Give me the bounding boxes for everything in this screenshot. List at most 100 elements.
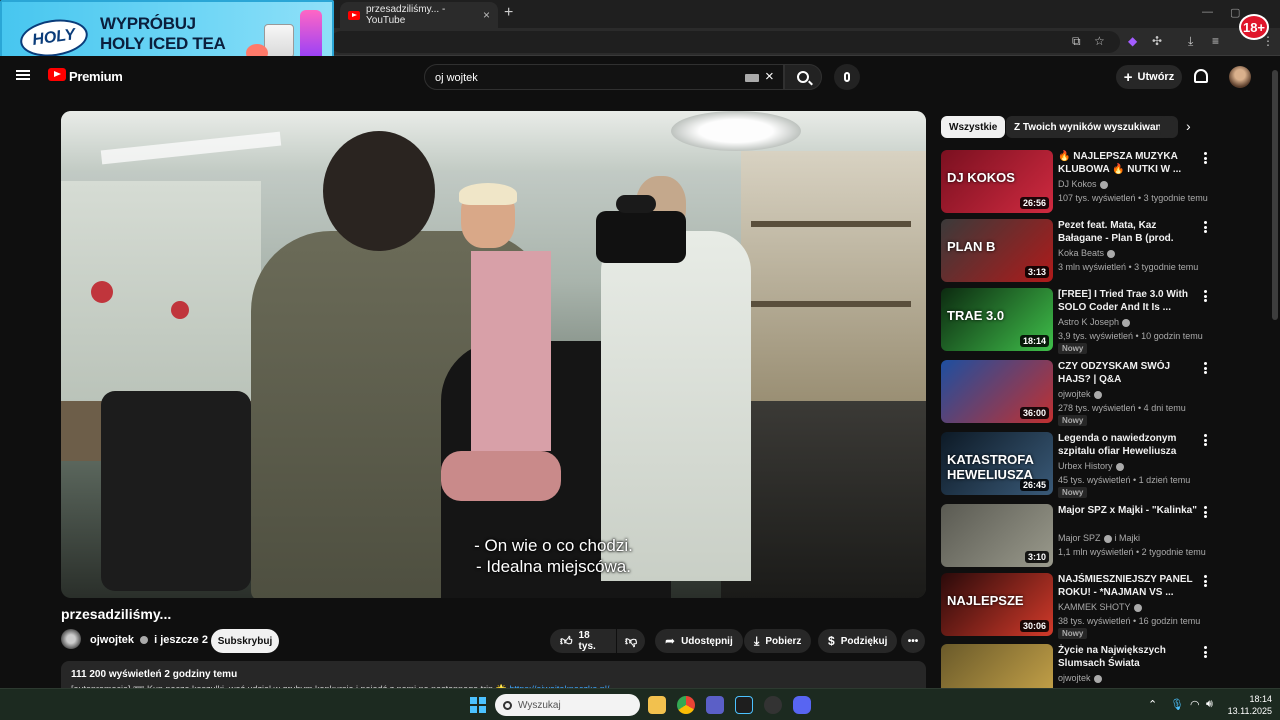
subscribe-button[interactable]: Subskrybuj [211,629,279,653]
recommendation-thumbnail[interactable]: 3:10 [941,504,1053,567]
thanks-button[interactable]: $ Podziękuj [818,629,898,653]
teams-icon[interactable] [706,696,724,714]
clear-search-icon[interactable]: × [765,68,774,85]
more-vertical-icon[interactable] [1199,646,1211,658]
recommendation-channel[interactable]: Astro K Joseph [1058,317,1133,327]
extension-icon[interactable]: ◆ [1128,34,1137,48]
reading-list-icon[interactable]: ≡ [1212,34,1219,48]
premium-label[interactable]: Premium [69,69,123,84]
channel-name[interactable]: ojwojtek [90,634,134,646]
chrome-icon[interactable] [677,696,695,714]
thumbs-up-icon: 👍︎ [560,633,573,648]
like-button[interactable]: 👍︎ 18 tys. [550,629,616,653]
recommendation-channel[interactable]: Urbex History [1058,461,1127,471]
app-icon[interactable] [764,696,782,714]
system-clock[interactable]: 18:14 13.11.2025 [1222,693,1272,717]
download-button[interactable]: ⤓ Pobierz [744,629,812,653]
recommendation-channel[interactable]: Koka Beats [1058,248,1118,258]
puzzle-extensions-icon[interactable]: ✣ [1152,34,1162,48]
notifications-bell-icon[interactable] [1194,69,1208,83]
more-vertical-icon[interactable] [1199,221,1211,233]
recommendation-title[interactable]: 🔥 NAJLEPSZA MUZYKA KLUBOWA 🔥 NUTKI W ... [1058,150,1198,176]
hamburger-menu-icon[interactable] [16,70,30,80]
recommendation-channel[interactable]: Major SPZ i Majki [1058,533,1140,543]
tab-close-icon[interactable]: × [483,8,490,22]
more-vertical-icon[interactable] [1199,434,1211,446]
share-button[interactable]: ➦ Udostępnij [655,629,743,653]
keyboard-icon[interactable] [745,74,759,82]
download-icon[interactable]: ⤓ [1188,34,1193,49]
youtube-logo-icon[interactable] [48,68,66,81]
create-button[interactable]: + Utwórz [1116,65,1182,89]
video-player[interactable]: - On wie o co chodzi. - Idealna miejsców… [61,111,926,598]
recommendation-channel[interactable]: ojwojtek [1058,673,1105,683]
more-vertical-icon[interactable] [1199,575,1211,587]
browser-tab-youtube[interactable]: przesadziliśmy... - YouTube × [340,2,498,28]
account-avatar[interactable] [1229,66,1251,88]
recommendation-title[interactable]: Legenda o nawiedzonym szpitalu ofiar Hew… [1058,432,1198,458]
install-app-icon[interactable]: ⧉ [1072,34,1081,49]
recommendation-item[interactable]: 3:10 Major SPZ x Majki - "Kalinka" Major S… [941,504,1217,568]
maximize-icon[interactable]: ▢ [1230,6,1240,19]
tray-mic-icon[interactable]: 🎙︎ [1170,698,1184,711]
bookmark-star-icon[interactable]: ☆ [1094,34,1105,48]
age-rating-badge: 18+ [1239,14,1269,40]
recommendation-title[interactable]: CZY ODZYSKAM SWÓJ HAJS? | Q&A [1058,360,1198,386]
chip-all[interactable]: Wszystkie [941,116,1006,138]
file-explorer-icon[interactable] [648,696,666,714]
chevron-right-icon[interactable]: › [1186,118,1191,134]
taskbar-search[interactable]: Wyszukaj [495,694,640,716]
recommendation-channel[interactable]: ojwojtek [1058,389,1105,399]
dislike-button[interactable]: 👎︎ [617,629,645,653]
volume-icon[interactable]: 🔊︎ [1206,698,1213,711]
more-vertical-icon[interactable] [1199,290,1211,302]
recommendation-channel[interactable]: DJ Kokos [1058,179,1111,189]
recommendation-title[interactable]: Pezet feat. Mata, Kaz Bałagane - Plan B … [1058,219,1198,246]
recommendation-item[interactable]: NAJLEPSZE 30:06 NAJŚMIESZNIEJSZY PANEL ROK… [941,573,1217,639]
more-actions-button[interactable]: ••• [901,629,925,653]
terminal-icon[interactable] [735,696,753,714]
recommendation-thumbnail[interactable]: DJ KOKOS 26:56 [941,150,1053,213]
collab-suffix[interactable]: i jeszcze 2 [154,634,208,646]
channel-info[interactable]: ojwojtek i jeszcze 2 [90,634,208,646]
video-blond-person-shirt [471,251,551,451]
scrollbar[interactable] [1272,70,1278,320]
address-bar[interactable] [330,31,1120,53]
recommendation-title[interactable]: Major SPZ x Majki - "Kalinka" [1058,504,1198,517]
more-vertical-icon[interactable] [1199,362,1211,374]
recommendation-title[interactable]: [FREE] I Tried Trae 3.0 With SOLO Coder … [1058,288,1198,314]
recommendation-thumbnail[interactable]: NAJLEPSZE 30:06 [941,573,1053,636]
recommendation-title[interactable]: Życie na Największych Slumsach Świata [1058,644,1198,670]
new-tab-button[interactable]: + [504,4,513,22]
chip-from-your-search[interactable]: Z Twoich wyników wyszukiwania [1006,116,1178,138]
chip-partial[interactable] [1160,116,1174,138]
recommendation-item[interactable]: PLAN B 3:13 Pezet feat. Mata, Kaz Bałagane… [941,219,1217,283]
windows-start-icon[interactable] [470,697,486,713]
recommendation-item[interactable]: 36:00 CZY ODZYSKAM SWÓJ HAJS? | Q&A ojwojt… [941,360,1217,426]
duration-badge: 36:00 [1019,407,1049,419]
wifi-icon[interactable]: ◠ [1190,698,1200,711]
voice-search-button[interactable] [834,64,860,90]
recommendation-thumbnail[interactable]: KATASTROFA HEWELIUSZA 26:45 [941,432,1053,495]
recommendation-thumbnail[interactable]: TRAE 3.0 18:14 [941,288,1053,351]
tray-chevron-icon[interactable]: ⌃ [1148,698,1157,711]
discord-icon[interactable] [793,696,811,714]
recommendation-item[interactable]: TRAE 3.0 18:14 [FREE] I Tried Trae 3.0 Wit… [941,288,1217,354]
search-button[interactable] [784,64,822,90]
tab-title: przesadziliśmy... - YouTube [366,4,446,26]
recommendation-thumbnail[interactable]: PLAN B 3:13 [941,219,1053,282]
more-vertical-icon[interactable] [1199,506,1211,518]
minimize-icon[interactable]: — [1202,6,1213,18]
recommendation-item[interactable]: DJ KOKOS 26:56 🔥 NAJLEPSZA MUZYKA KLUBOWA … [941,150,1217,214]
ad-brand-logo: HOLY [17,15,91,61]
recommendation-meta: 1,1 mln wyświetleń • 2 tygodnie temu [1058,547,1206,557]
more-vertical-icon[interactable] [1199,152,1211,164]
recommendation-thumbnail[interactable]: 36:00 [941,360,1053,423]
recommendation-channel[interactable]: KAMMEK SHOTY [1058,602,1145,612]
search-input[interactable] [435,69,735,87]
recommendation-item[interactable]: KATASTROFA HEWELIUSZA 26:45 Legenda o nawi… [941,432,1217,498]
video-title: przesadziliśmy... [61,606,172,622]
recommendation-title[interactable]: NAJŚMIESZNIEJSZY PANEL ROKU! - *NAJMAN V… [1058,573,1198,599]
ad-headline: WYPRÓBUJ HOLY ICED TEA [100,14,226,53]
channel-avatar[interactable] [61,629,81,649]
